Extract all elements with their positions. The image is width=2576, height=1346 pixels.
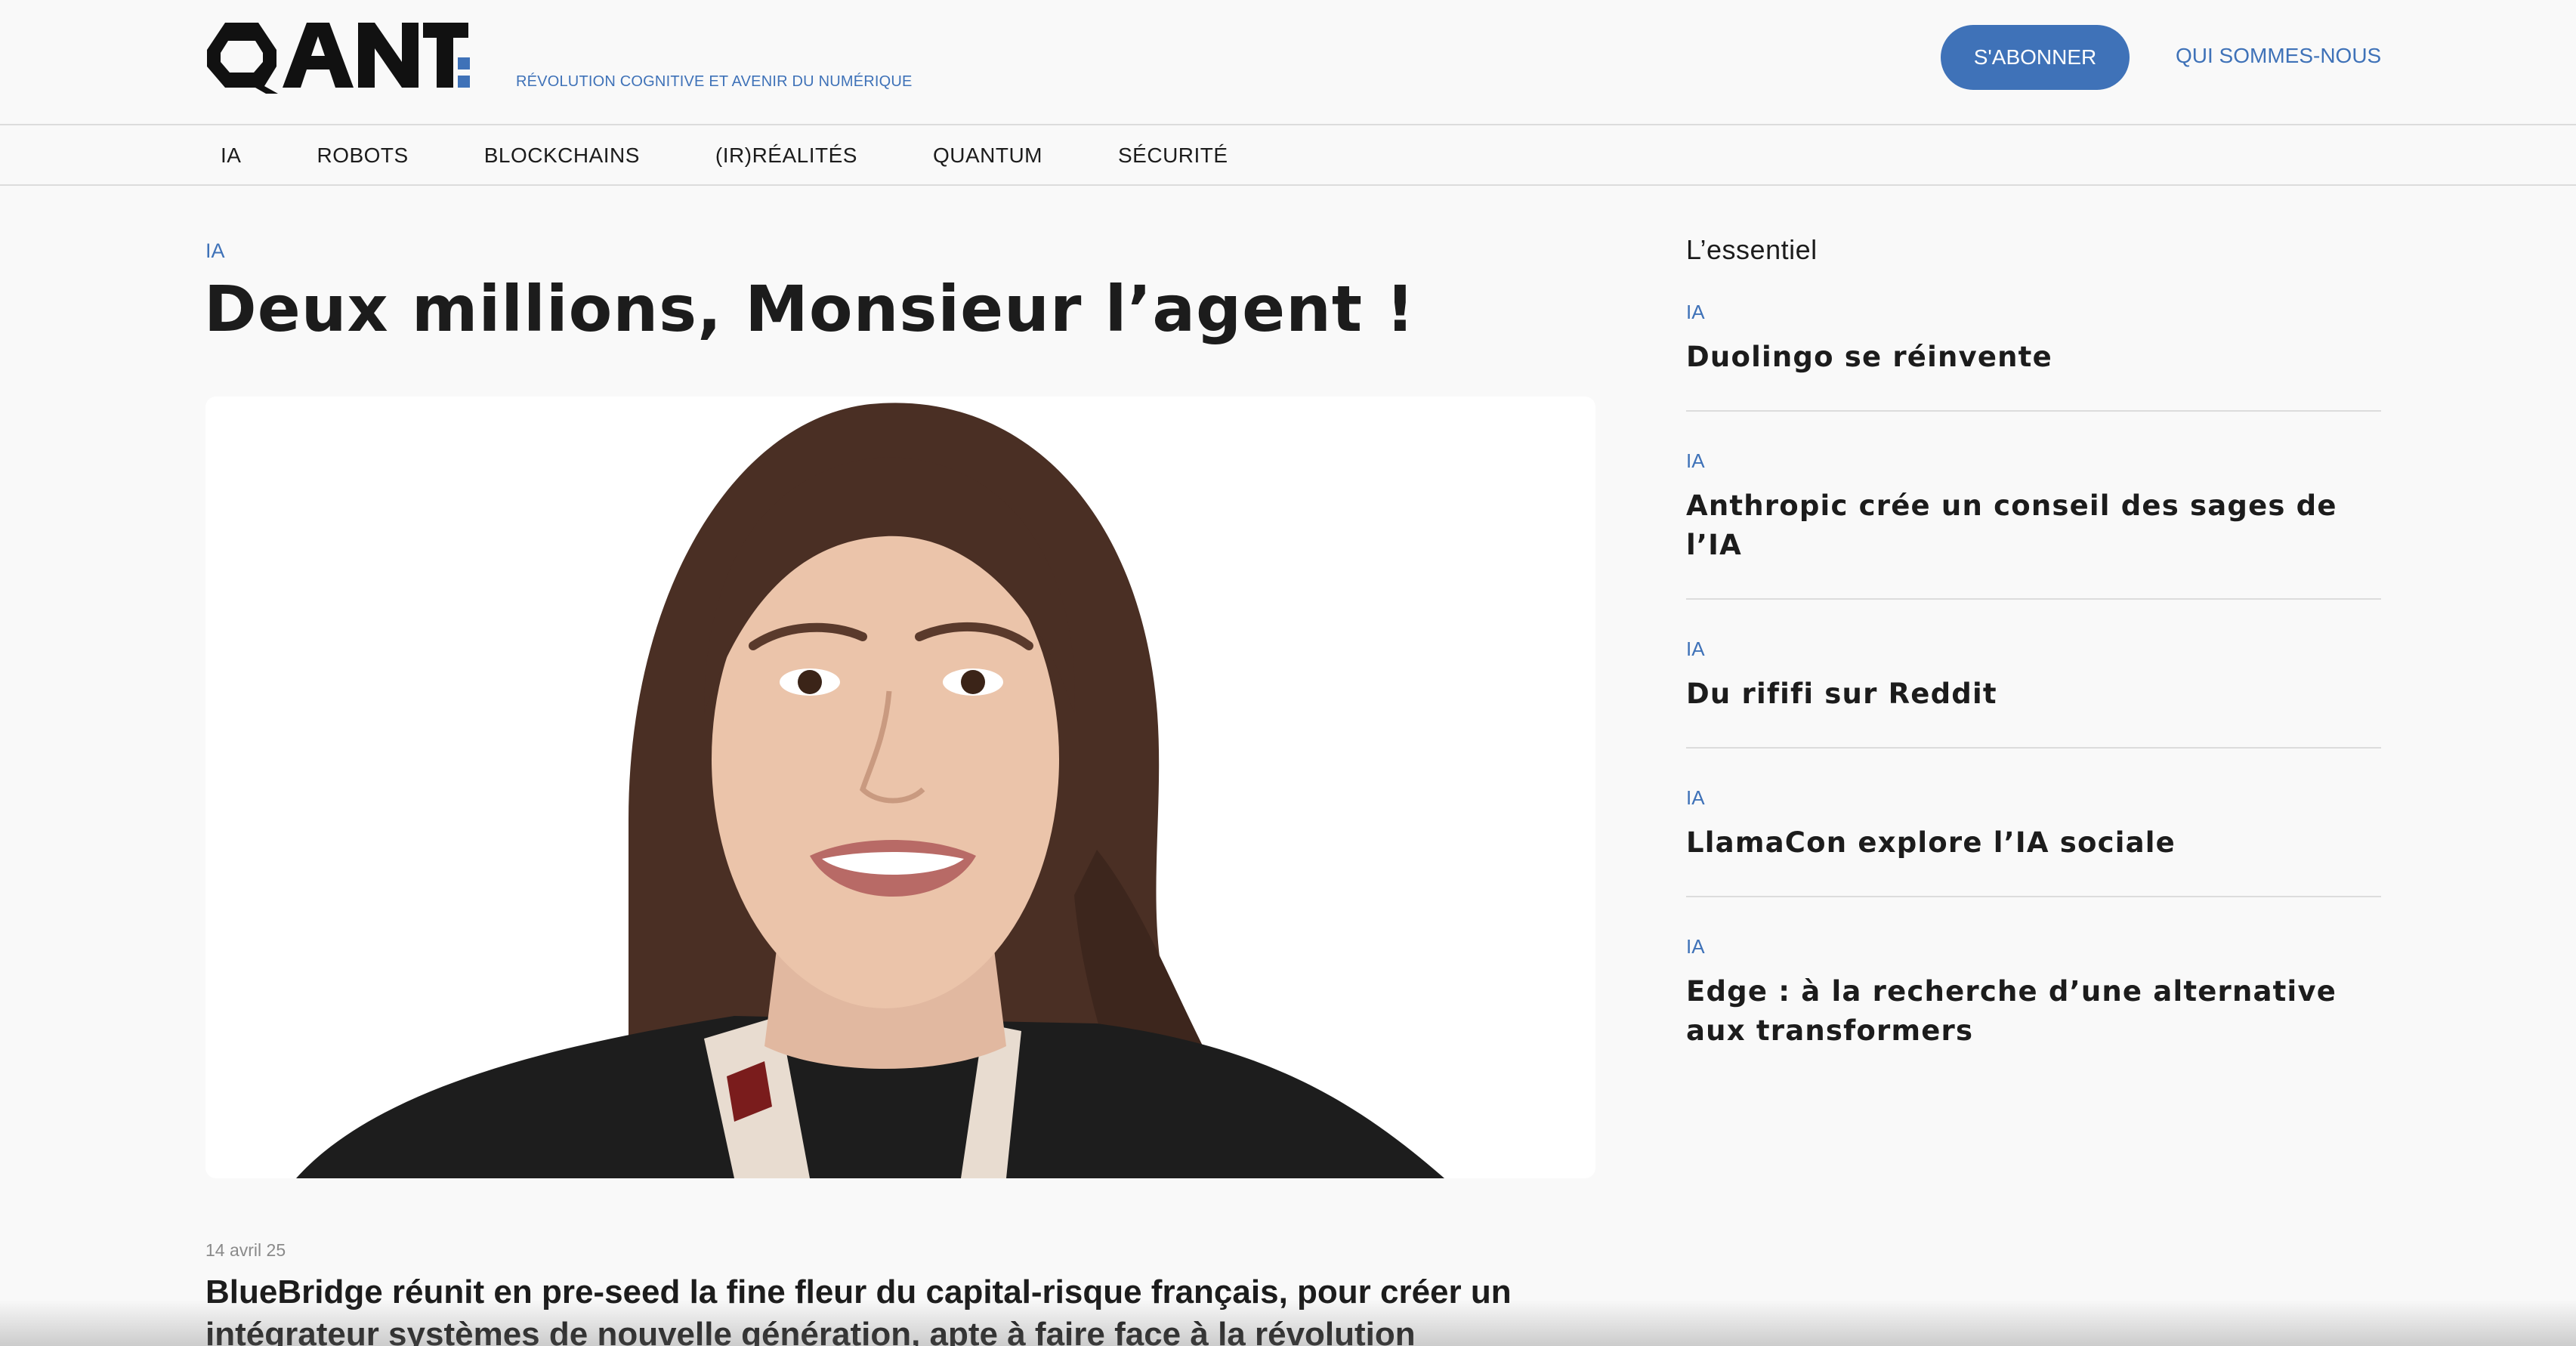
sidebar-article-category[interactable]: IA [1686, 449, 2381, 473]
category-nav: IA ROBOTS BLOCKCHAINS (IR)RÉALITÉS QUANT… [0, 127, 2576, 186]
qant-logo[interactable] [204, 20, 473, 95]
sidebar-heading: L’essentiel [1686, 234, 1818, 265]
sidebar-article: IA LlamaCon explore l’IA sociale [1686, 785, 2381, 897]
about-link[interactable]: QUI SOMMES-NOUS [2176, 44, 2381, 68]
scroll-shadow [0, 1299, 2576, 1346]
sidebar-article-title[interactable]: Duolingo se réinvente [1686, 338, 2381, 377]
sidebar-article-category[interactable]: IA [1686, 786, 2381, 810]
site-header: RÉVOLUTION COGNITIVE ET AVENIR DU NUMÉRI… [0, 0, 2576, 125]
sidebar-article-title[interactable]: Edge : à la recherche d’une alternative … [1686, 972, 2381, 1051]
subscribe-button[interactable]: S'ABONNER [1941, 25, 2130, 90]
article-title: Deux millions, Monsieur l’agent ! [204, 272, 1416, 346]
sidebar-article: IA Anthropic crée un conseil des sages d… [1686, 448, 2381, 600]
sidebar-article-category[interactable]: IA [1686, 301, 2381, 324]
site-tagline: RÉVOLUTION COGNITIVE ET AVENIR DU NUMÉRI… [516, 73, 913, 90]
sidebar-article-category[interactable]: IA [1686, 935, 2381, 959]
nav-item-securite[interactable]: SÉCURITÉ [1103, 144, 1243, 168]
nav-item-quantum[interactable]: QUANTUM [918, 144, 1058, 168]
nav-item-robots[interactable]: ROBOTS [301, 144, 423, 168]
sidebar-article-title[interactable]: Du rififi sur Reddit [1686, 675, 2381, 714]
article-date: 14 avril 25 [205, 1240, 286, 1260]
nav-item-irrealites[interactable]: (IR)RÉALITÉS [700, 144, 873, 168]
nav-item-blockchains[interactable]: BLOCKCHAINS [469, 144, 655, 168]
portrait-photo [205, 397, 1595, 1178]
sidebar-article-title[interactable]: Anthropic crée un conseil des sages de l… [1686, 486, 2381, 565]
article-hero-image [205, 397, 1595, 1178]
sidebar-article: IA Du rififi sur Reddit [1686, 636, 2381, 749]
sidebar-article-title[interactable]: LlamaCon explore l’IA sociale [1686, 823, 2381, 863]
sidebar-article: IA Edge : à la recherche d’une alternati… [1686, 934, 2381, 1084]
article-category[interactable]: IA [205, 239, 225, 263]
essentials-sidebar: L’essentiel IA Duolingo se réinvente IA … [1686, 227, 2381, 1120]
nav-item-ia[interactable]: IA [205, 144, 256, 168]
sidebar-article-category[interactable]: IA [1686, 637, 2381, 661]
sidebar-article: IA Duolingo se réinvente [1686, 299, 2381, 412]
